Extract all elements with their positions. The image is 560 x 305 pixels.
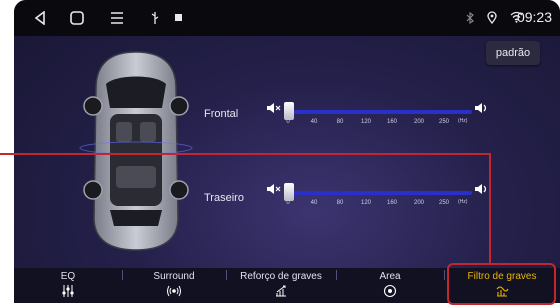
location-icon <box>487 11 497 24</box>
mute-icon[interactable] <box>266 183 282 195</box>
frontal-slider-track <box>288 110 472 114</box>
scale-tick: 80 <box>336 119 344 125</box>
tab-surround[interactable]: Surround <box>122 268 226 303</box>
frontal-label: Frontal <box>204 108 239 120</box>
usb-icon <box>151 12 159 24</box>
notification-icon <box>175 14 182 21</box>
scale-tick: 0 <box>286 200 290 206</box>
scale-tick: 250 <box>438 200 450 206</box>
annotation-line <box>0 153 490 155</box>
mute-icon[interactable] <box>266 102 282 114</box>
scale-tick: 200 <box>413 200 425 206</box>
scale-tick: 120 <box>360 119 372 125</box>
scale-tick: 160 <box>386 200 398 206</box>
tab-bass-boost[interactable]: Reforço de graves <box>226 268 336 303</box>
scale-unit: (Hz) <box>458 118 468 124</box>
scale-tick: 40 <box>310 200 318 206</box>
tab-label: Reforço de graves <box>240 271 322 282</box>
equalizer-icon <box>62 285 74 297</box>
traseiro-label: Traseiro <box>204 192 244 204</box>
clock: 09:23 <box>516 9 552 25</box>
surround-icon <box>167 285 181 297</box>
menu-icon[interactable] <box>110 11 124 25</box>
scale-unit: (Hz) <box>458 199 468 205</box>
scale-tick: 250 <box>438 119 450 125</box>
tab-divider <box>122 270 123 280</box>
scale-tick: 160 <box>386 119 398 125</box>
area-icon <box>383 284 397 298</box>
traseiro-slider-track <box>288 191 472 195</box>
traseiro-slider-thumb[interactable] <box>284 183 294 201</box>
status-bar: 09:23 <box>14 0 560 36</box>
annotation-line-vertical <box>489 153 491 263</box>
active-tab-highlight <box>447 263 556 305</box>
tab-divider <box>444 270 445 280</box>
tab-area[interactable]: Area <box>336 268 444 303</box>
car-top-view <box>79 51 193 251</box>
frontal-slider[interactable]: 0 40 80 120 160 200 250 (Hz) <box>262 96 502 142</box>
scale-tick: 0 <box>286 119 290 125</box>
audio-settings-screen: 09:23 padrão Frontal 0 40 80 120 160 200… <box>14 0 560 303</box>
volume-max-icon[interactable] <box>474 183 490 195</box>
tab-label: EQ <box>60 271 76 282</box>
bass-boost-icon <box>276 285 286 297</box>
preset-default-button[interactable]: padrão <box>486 41 540 65</box>
volume-max-icon[interactable] <box>474 102 490 114</box>
scale-tick: 200 <box>413 119 425 125</box>
scale-tick: 120 <box>360 200 372 206</box>
frontal-scale: 0 40 80 120 160 200 250 (Hz) <box>286 118 488 129</box>
tab-label: Area <box>379 271 401 282</box>
tab-divider <box>336 270 337 280</box>
bluetooth-icon <box>466 12 474 24</box>
tab-label: Surround <box>153 271 195 282</box>
frontal-slider-thumb[interactable] <box>284 102 294 120</box>
scale-tick: 80 <box>336 200 344 206</box>
back-icon[interactable] <box>34 11 46 25</box>
scale-tick: 40 <box>310 119 318 125</box>
tab-eq[interactable]: EQ <box>14 268 122 303</box>
traseiro-scale: 0 40 80 120 160 200 250 (Hz) <box>286 199 488 210</box>
home-icon[interactable] <box>70 11 84 25</box>
tab-divider <box>226 270 227 280</box>
traseiro-slider[interactable]: 0 40 80 120 160 200 250 (Hz) <box>262 177 502 223</box>
